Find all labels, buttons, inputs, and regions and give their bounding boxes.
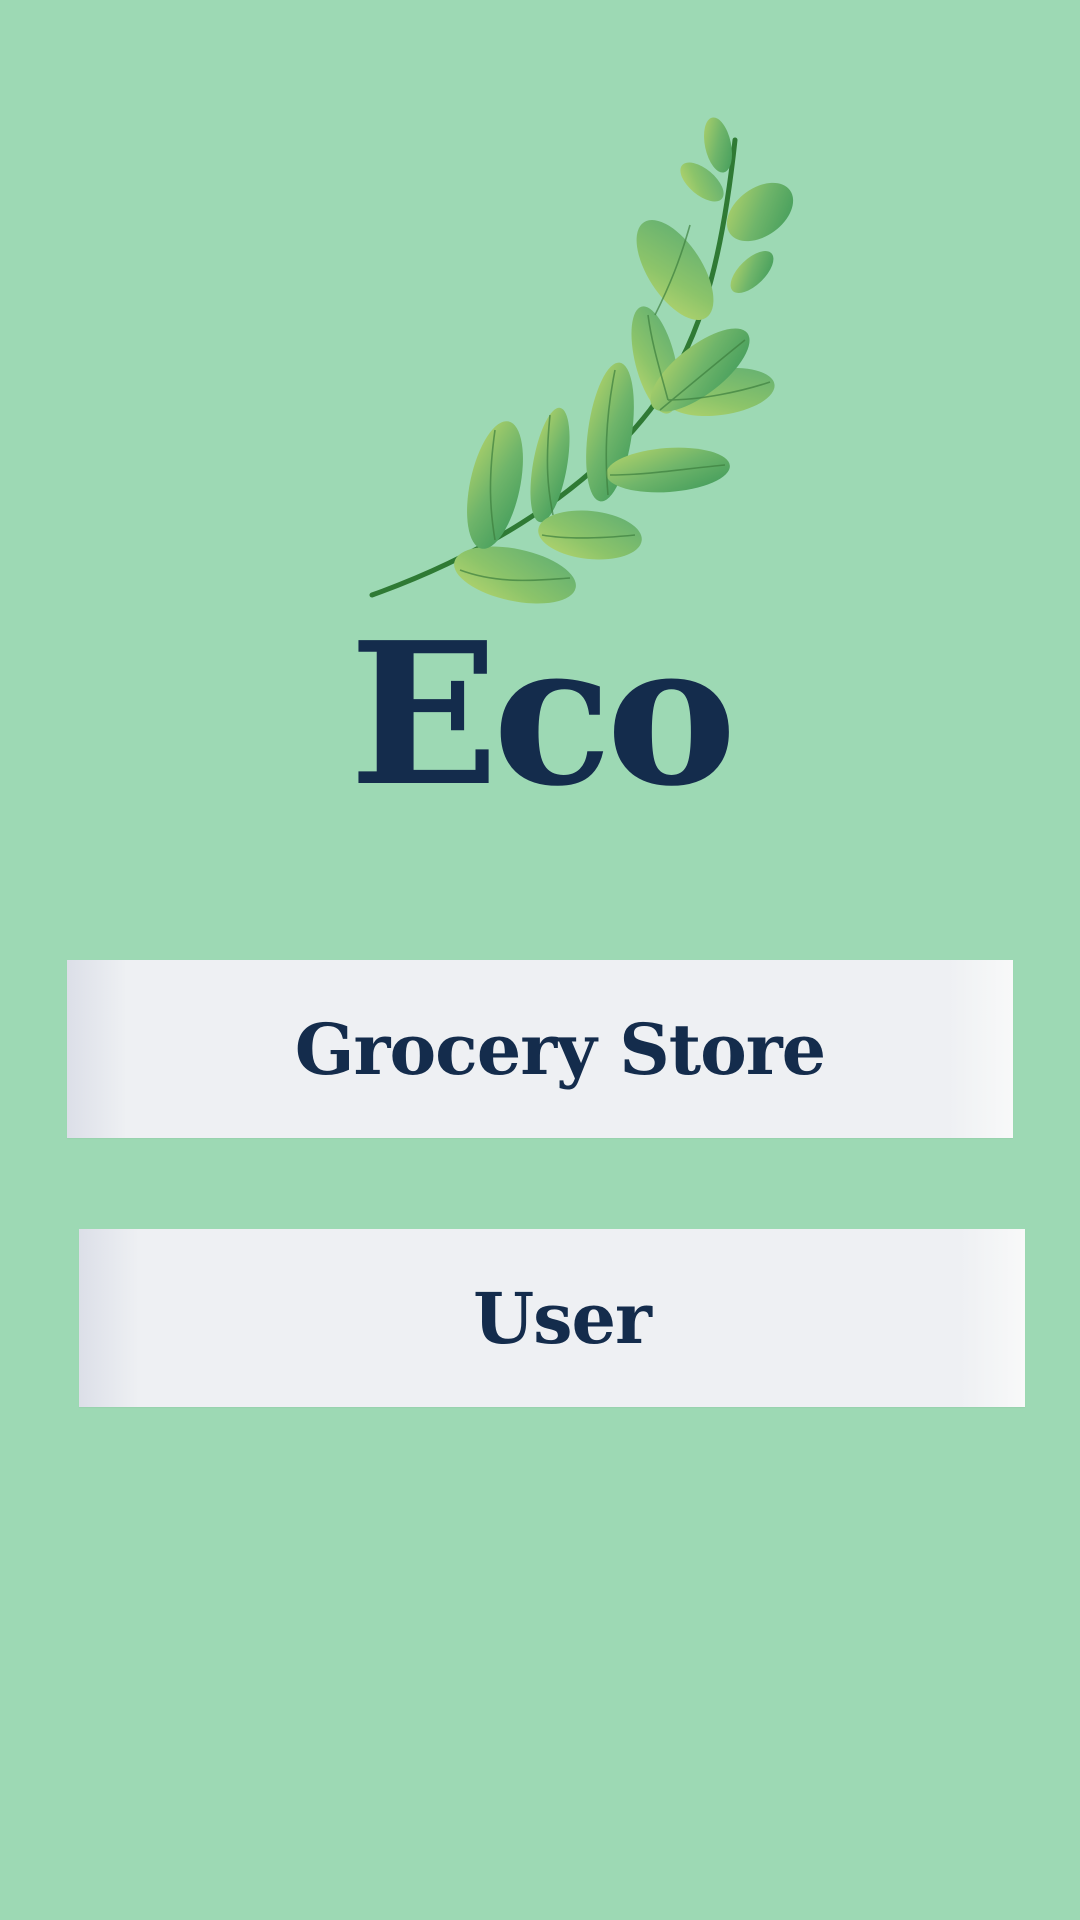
grocery-store-button-label: Grocery Store [294,1007,826,1091]
app-title: Eco [349,600,736,830]
user-button-label: User [473,1276,652,1360]
leaf-branch-icon [369,117,794,604]
welcome-screen: Eco Grocery Store User [0,0,1080,1920]
user-button[interactable]: User [79,1229,1025,1407]
grocery-store-button[interactable]: Grocery Store [67,960,1013,1138]
